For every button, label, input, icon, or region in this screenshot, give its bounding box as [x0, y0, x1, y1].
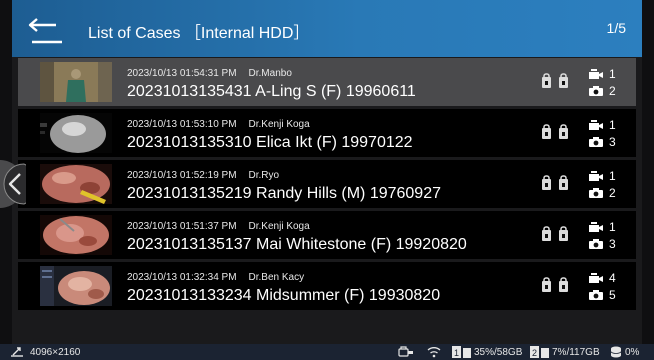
case-row[interactable]: 2023/10/13 01:53:10 PM Dr.Kenji Koga 2023…: [18, 109, 636, 157]
case-row[interactable]: 2023/10/13 01:54:31 PM Dr.Manbo 202310131…: [18, 58, 636, 106]
case-timestamp: 2023/10/13 01:52:19 PM: [127, 170, 237, 181]
storage-status: 0%: [610, 346, 639, 358]
protect-icon: [542, 124, 568, 139]
media-counts: 4 5: [589, 269, 629, 303]
storage-usage: 0%: [625, 346, 640, 358]
case-timestamp: 2023/10/13 01:53:10 PM: [127, 119, 237, 130]
drive2-usage: 7%/117GB: [552, 346, 600, 358]
case-name: 20231013135137 Mai Whitestone (F) 199208…: [127, 236, 467, 253]
protect-icon: [542, 226, 568, 241]
protect-icon: [542, 73, 568, 88]
case-thumbnail: [40, 113, 112, 153]
media-counts: 1 3: [589, 218, 629, 252]
photo-count: 5: [609, 287, 616, 302]
case-doctor: Dr.Ryo: [248, 170, 280, 181]
video-camera-icon: [589, 68, 603, 79]
case-meta: 2023/10/13 01:51:37 PM Dr.Kenji Koga: [127, 221, 310, 232]
photo-count: 3: [609, 134, 616, 149]
case-name: 20231013135219 Randy Hills (M) 19760927: [127, 185, 441, 202]
sd-card-icon: 1: [452, 346, 471, 358]
video-count: 1: [609, 66, 616, 81]
app-frame: List of Cases ［Internal HDD］ 1/5 2023/10…: [12, 0, 642, 344]
case-row[interactable]: 2023/10/13 01:51:37 PM Dr.Kenji Koga 2023…: [18, 211, 636, 259]
case-name: 20231013135310 Elica Ikt (F) 19970122: [127, 134, 413, 151]
video-camera-icon: [589, 221, 603, 232]
photo-count: 2: [609, 83, 616, 98]
video-camera-icon: [589, 119, 603, 130]
case-row[interactable]: 2023/10/13 01:52:19 PM Dr.Ryo 20231013135…: [18, 160, 636, 208]
case-meta: 2023/10/13 01:54:31 PM Dr.Manbo: [127, 68, 292, 79]
protect-icon: [542, 277, 568, 292]
media-counts: 1 3: [589, 116, 629, 150]
svg-text:1: 1: [454, 348, 459, 358]
video-count: 1: [609, 219, 616, 234]
svg-text:2: 2: [532, 348, 537, 358]
case-name: 20231013133234 Midsummer (F) 19930820: [127, 287, 441, 304]
resolution-icon: [11, 347, 23, 357]
resolution-status: 4096×2160: [10, 346, 80, 358]
video-camera-icon: [589, 170, 603, 181]
protect-icon: [542, 175, 568, 190]
wifi-icon: [427, 347, 441, 358]
case-name: 20231013135431 A-Ling S (F) 19960611: [127, 83, 416, 100]
drive1-usage: 35%/58GB: [474, 346, 523, 358]
video-camera-icon: [589, 272, 603, 283]
case-thumbnail: [40, 164, 112, 204]
photo-count: 3: [609, 236, 616, 251]
camera-icon: [589, 136, 603, 147]
camera-icon: [589, 289, 603, 300]
camera-icon: [589, 85, 603, 96]
case-meta: 2023/10/13 01:53:10 PM Dr.Kenji Koga: [127, 119, 310, 130]
case-timestamp: 2023/10/13 01:54:31 PM: [127, 68, 237, 79]
usb-icon: [398, 346, 413, 357]
video-count: 4: [609, 270, 616, 285]
sd-card-icon: 2: [530, 346, 549, 358]
case-meta: 2023/10/13 01:52:19 PM Dr.Ryo: [127, 170, 279, 181]
media-counts: 1 2: [589, 167, 629, 201]
drive2-status: 2 7%/117GB: [530, 346, 600, 358]
camera-icon: [589, 238, 603, 249]
case-thumbnail: [40, 215, 112, 255]
case-doctor: Dr.Kenji Koga: [248, 221, 310, 232]
drive1-status: 1 35%/58GB: [452, 346, 522, 358]
wifi-status: [427, 346, 441, 358]
resolution-text: 4096×2160: [30, 346, 81, 358]
case-doctor: Dr.Ben Kacy: [248, 272, 305, 283]
status-bar: 4096×2160 1 35%/58GB 2 7%/117GB 0%: [0, 344, 654, 360]
case-thumbnail: [40, 62, 112, 102]
database-icon: [610, 346, 622, 358]
media-counts: 1 2: [589, 65, 629, 99]
case-timestamp: 2023/10/13 01:32:34 PM: [127, 272, 237, 283]
video-count: 1: [609, 168, 616, 183]
case-thumbnail: [40, 266, 112, 306]
camera-icon: [589, 187, 603, 198]
case-row[interactable]: 2023/10/13 01:32:34 PM Dr.Ben Kacy 202310…: [18, 262, 636, 310]
video-count: 1: [609, 117, 616, 132]
page-title: List of Cases ［Internal HDD］: [88, 25, 310, 42]
case-doctor: Dr.Manbo: [248, 68, 292, 79]
back-button[interactable]: [28, 11, 68, 47]
previous-page-button[interactable]: [0, 160, 38, 208]
usb-status: [398, 346, 414, 358]
photo-count: 2: [609, 185, 616, 200]
header-bar: List of Cases ［Internal HDD］ 1/5: [12, 0, 642, 57]
case-meta: 2023/10/13 01:32:34 PM Dr.Ben Kacy: [127, 272, 304, 283]
chevron-left-icon: [0, 160, 38, 208]
case-doctor: Dr.Kenji Koga: [248, 119, 310, 130]
back-arrow-icon: [28, 18, 62, 44]
page-indicator: 1/5: [606, 20, 626, 36]
case-timestamp: 2023/10/13 01:51:37 PM: [127, 221, 237, 232]
